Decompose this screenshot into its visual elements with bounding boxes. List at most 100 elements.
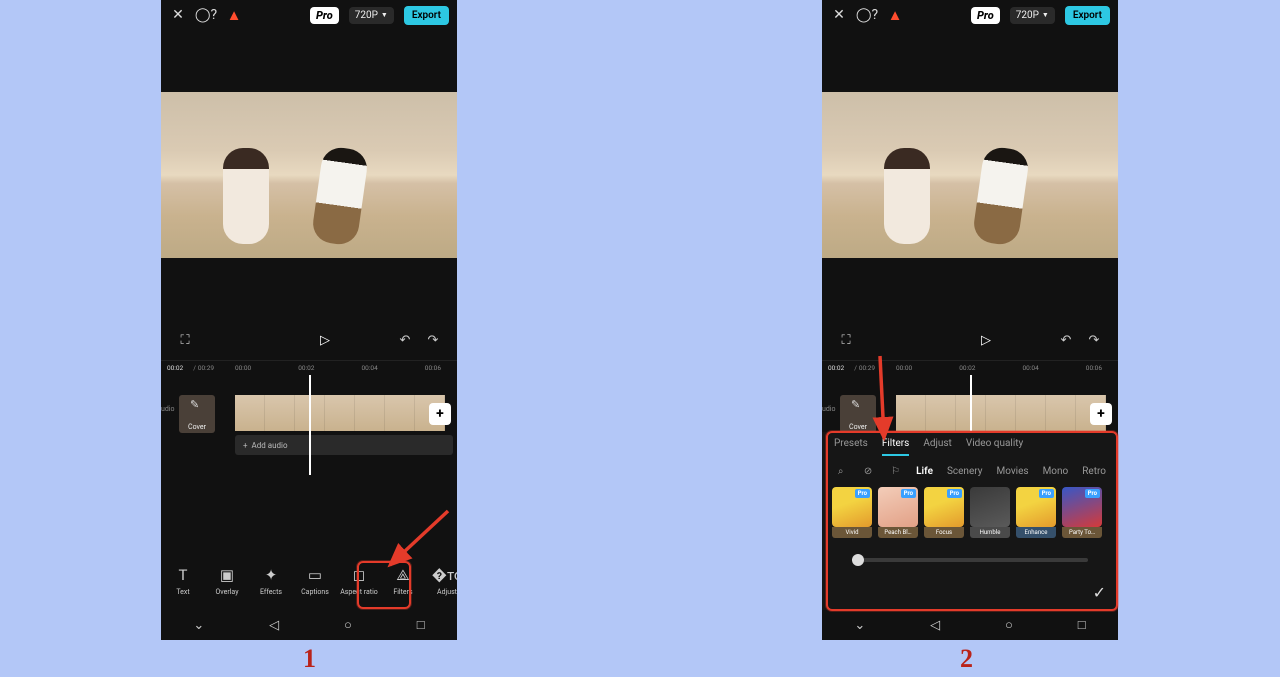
tool-filters[interactable]: ⟁Filters: [381, 566, 425, 596]
nav-recent-icon[interactable]: □: [1078, 617, 1086, 633]
overlay-icon: ▣: [220, 566, 234, 584]
cat-retro[interactable]: Retro: [1082, 466, 1106, 477]
screenshot-step-2: ✕ ◯? ▲ Pro 720P ▼ Export ⛶ ▷ ↶ ↷ 00:02 /…: [822, 0, 1118, 640]
timeline-ruler[interactable]: 00:02 / 00:29 00:00 00:02 00:04 00:06: [822, 360, 1118, 375]
search-icon[interactable]: ⌕: [834, 466, 847, 477]
annotation-step-number: 2: [960, 644, 973, 674]
chevron-down-icon[interactable]: ⌄: [854, 618, 865, 633]
text-icon: T: [179, 566, 188, 584]
screenshot-step-1: ✕ ◯? ▲ Pro 720P ▼ Export ⛶ ▷ ↶ ↷ 00:02 /…: [161, 0, 457, 640]
video-preview[interactable]: [822, 92, 1118, 258]
cat-life[interactable]: Life: [916, 466, 933, 477]
bottom-toolbar: TText ▣Overlay ✦Effects ▭Captions ◻Aspec…: [161, 556, 457, 606]
tab-adjust[interactable]: Adjust: [923, 438, 952, 456]
filter-enhance[interactable]: ProEnhance: [1016, 487, 1056, 538]
effects-icon: ✦: [265, 566, 278, 584]
top-bar: ✕ ◯? ▲ Pro 720P ▼ Export: [161, 0, 457, 30]
preview-figure: [223, 148, 269, 244]
timeline[interactable]: udio ✎ Cover + + Add audio: [161, 395, 457, 481]
filter-top-tabs: Presets Filters Adjust Video quality: [822, 432, 1118, 456]
export-button[interactable]: Export: [1065, 6, 1110, 25]
pencil-icon: ✎: [190, 398, 199, 411]
plus-icon: +: [243, 441, 248, 450]
tool-captions[interactable]: ▭Captions: [293, 566, 337, 596]
none-icon[interactable]: ⊘: [861, 466, 874, 477]
annotation-step-number: 1: [303, 644, 316, 674]
cat-scenery[interactable]: Scenery: [947, 466, 983, 477]
flame-icon[interactable]: ▲: [886, 6, 904, 24]
close-icon[interactable]: ✕: [169, 6, 187, 24]
add-clip-button[interactable]: +: [429, 403, 451, 425]
undo-icon[interactable]: ↶: [395, 333, 415, 348]
pencil-icon: ✎: [851, 398, 860, 411]
nav-recent-icon[interactable]: □: [417, 617, 425, 633]
video-clip[interactable]: [896, 395, 1106, 431]
pro-badge[interactable]: Pro: [310, 7, 339, 24]
filters-panel: Presets Filters Adjust Video quality ⌕ ⊘…: [822, 432, 1118, 610]
current-time: 00:02: [167, 364, 183, 372]
add-clip-button[interactable]: +: [1090, 403, 1112, 425]
undo-icon[interactable]: ↶: [1056, 333, 1076, 348]
close-icon[interactable]: ✕: [830, 6, 848, 24]
filter-intensity-slider[interactable]: [852, 558, 1088, 562]
play-icon[interactable]: ▷: [976, 333, 996, 348]
nav-back-icon[interactable]: ◁: [269, 618, 279, 633]
preview-figure: [972, 145, 1031, 246]
video-clip[interactable]: [235, 395, 445, 431]
total-time: 00:29: [198, 364, 214, 372]
playhead[interactable]: [309, 375, 311, 475]
play-icon[interactable]: ▷: [315, 333, 335, 348]
adjust-icon: �то: [432, 566, 457, 584]
help-icon[interactable]: ◯?: [858, 6, 876, 24]
flame-icon[interactable]: ▲: [225, 6, 243, 24]
tab-presets[interactable]: Presets: [834, 438, 868, 456]
resolution-dropdown[interactable]: 720P ▼: [349, 7, 394, 24]
cat-movies[interactable]: Movies: [996, 466, 1028, 477]
nav-home-icon[interactable]: ○: [344, 617, 352, 633]
slider-knob[interactable]: [852, 554, 864, 566]
tool-effects[interactable]: ✦Effects: [249, 566, 293, 596]
nav-back-icon[interactable]: ◁: [930, 618, 940, 633]
tab-filters[interactable]: Filters: [882, 438, 910, 456]
player-controls: ⛶ ▷ ↶ ↷: [822, 320, 1118, 360]
captions-icon: ▭: [308, 566, 322, 584]
resolution-dropdown[interactable]: 720P ▼: [1010, 7, 1055, 24]
chevron-down-icon[interactable]: ⌄: [193, 618, 204, 633]
pro-badge[interactable]: Pro: [971, 7, 1000, 24]
help-icon[interactable]: ◯?: [197, 6, 215, 24]
audio-track-label: udio: [822, 405, 836, 413]
filter-focus[interactable]: ProFocus: [924, 487, 964, 538]
confirm-icon[interactable]: ✓: [1093, 583, 1106, 602]
cover-button[interactable]: ✎ Cover: [179, 395, 215, 433]
resolution-label: 720P: [1016, 10, 1039, 21]
chevron-down-icon: ▼: [1042, 11, 1049, 19]
redo-icon[interactable]: ↷: [423, 333, 443, 348]
cat-mono[interactable]: Mono: [1043, 466, 1069, 477]
tab-video-quality[interactable]: Video quality: [966, 438, 1023, 456]
tool-text[interactable]: TText: [161, 566, 205, 596]
fullscreen-icon[interactable]: ⛶: [836, 333, 856, 348]
player-controls: ⛶ ▷ ↶ ↷: [161, 320, 457, 360]
fullscreen-icon[interactable]: ⛶: [175, 333, 195, 348]
chevron-down-icon: ▼: [381, 11, 388, 19]
redo-icon[interactable]: ↷: [1084, 333, 1104, 348]
filter-peach[interactable]: ProPeach Bl…: [878, 487, 918, 538]
tool-adjust[interactable]: �тоAdjust: [425, 566, 457, 596]
total-time: 00:29: [859, 364, 875, 372]
cover-button[interactable]: ✎ Cover: [840, 395, 876, 433]
filters-icon: ⟁: [396, 566, 409, 584]
nav-home-icon[interactable]: ○: [1005, 617, 1013, 633]
timeline-ruler[interactable]: 00:02 / 00:29 00:00 00:02 00:04 00:06: [161, 360, 457, 375]
filter-party[interactable]: ProParty To…: [1062, 487, 1102, 538]
video-preview[interactable]: [161, 92, 457, 258]
filter-humble[interactable]: Humble: [970, 487, 1010, 538]
tool-overlay[interactable]: ▣Overlay: [205, 566, 249, 596]
current-time: 00:02: [828, 364, 844, 372]
tool-aspect-ratio[interactable]: ◻Aspect ratio: [337, 566, 381, 596]
add-audio-button[interactable]: + Add audio: [235, 435, 453, 455]
preview-figure: [311, 145, 370, 246]
filter-vivid[interactable]: ProVivid: [832, 487, 872, 538]
export-button[interactable]: Export: [404, 6, 449, 25]
top-bar: ✕ ◯? ▲ Pro 720P ▼ Export: [822, 0, 1118, 30]
bookmark-icon[interactable]: ⚐: [889, 466, 902, 477]
